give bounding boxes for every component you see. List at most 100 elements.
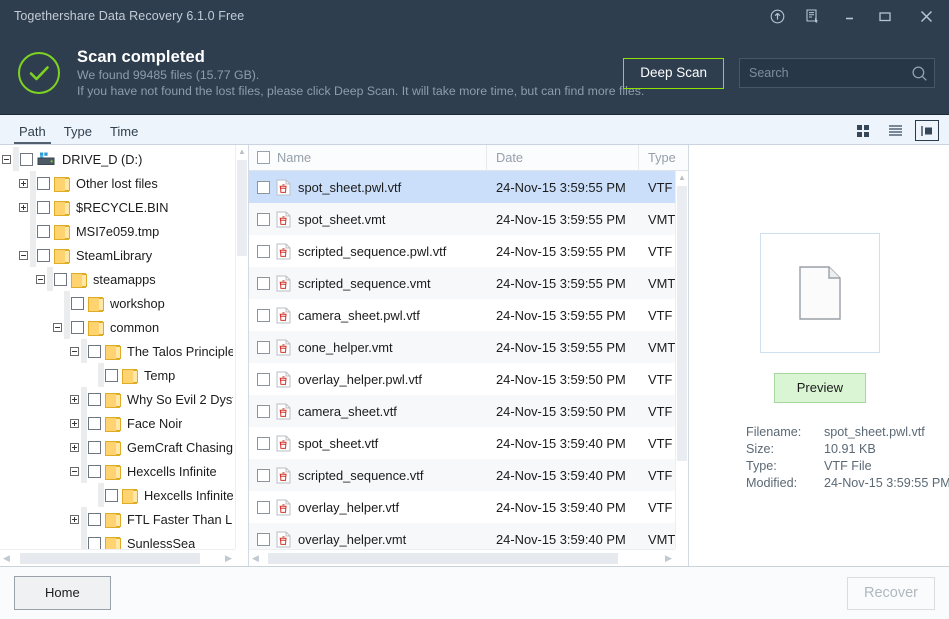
tree-twisty-minus-icon[interactable] [17, 243, 30, 267]
tree-item[interactable]: SunlessSea [0, 531, 235, 549]
file-row[interactable]: overlay_helper.vtf 24-Nov-15 3:59:40 PM VT… [249, 491, 675, 523]
tree-item[interactable]: Why So Evil 2 Dystopia [0, 387, 235, 411]
list-hscroll-track[interactable] [262, 552, 662, 565]
tree-twisty-plus-icon[interactable] [17, 171, 30, 195]
tree-twisty-minus-icon[interactable] [68, 339, 81, 363]
tree-item[interactable]: GemCraft Chasing [0, 435, 235, 459]
tree-item[interactable]: DRIVE_D (D:) [0, 147, 235, 171]
list-scroll-thumb[interactable] [677, 186, 687, 461]
file-row-checkbox[interactable] [257, 244, 270, 258]
file-row[interactable]: overlay_helper.vmt 24-Nov-15 3:59:40 PM VM… [249, 523, 675, 549]
file-row[interactable]: spot_sheet.vmt 24-Nov-15 3:59:55 PM VMT Fi… [249, 203, 675, 235]
file-row[interactable]: overlay_helper.pwl.vtf 24-Nov-15 3:59:50 … [249, 363, 675, 395]
tree-scroll-right-arrow[interactable]: ▶ [222, 553, 235, 564]
preview-button[interactable]: Preview [773, 373, 866, 403]
file-row-checkbox[interactable] [257, 468, 270, 482]
tree-twisty-plus-icon[interactable] [68, 435, 81, 459]
file-row-checkbox[interactable] [257, 372, 270, 386]
tree-twisty-plus-icon[interactable] [68, 507, 81, 531]
file-row[interactable]: spot_sheet.vtf 24-Nov-15 3:59:40 PM VTF Fi… [249, 427, 675, 459]
tree-item[interactable]: SteamLibrary [0, 243, 235, 267]
tree-item-checkbox[interactable] [88, 536, 101, 549]
tree-item-checkbox[interactable] [88, 392, 101, 406]
file-row[interactable]: camera_sheet.vtf 24-Nov-15 3:59:50 PM VTF … [249, 395, 675, 427]
select-all-checkbox[interactable] [257, 151, 270, 164]
tree-item[interactable]: Hexcells Infinite [0, 459, 235, 483]
tree-scroll-thumb[interactable] [237, 160, 247, 256]
tree-scroll-up-arrow[interactable]: ▲ [236, 145, 248, 158]
tree-item-checkbox[interactable] [54, 272, 67, 286]
tree-item[interactable]: MSI7e059.tmp [0, 219, 235, 243]
list-vertical-scrollbar[interactable]: ▲ [675, 171, 688, 549]
tree-item[interactable]: Hexcells Infinite [0, 483, 235, 507]
minimize-icon[interactable] [831, 0, 867, 32]
tree-item-checkbox[interactable] [20, 152, 33, 166]
file-row[interactable]: scripted_sequence.vtf 24-Nov-15 3:59:40 P… [249, 459, 675, 491]
file-row[interactable]: spot_sheet.pwl.vtf 24-Nov-15 3:59:55 PM VT… [249, 171, 675, 203]
tree-twisty-minus-icon[interactable] [0, 147, 13, 171]
upgrade-icon[interactable] [759, 0, 795, 32]
list-scroll-left-arrow[interactable]: ◀ [249, 553, 262, 564]
tree-item-checkbox[interactable] [37, 248, 50, 262]
file-row[interactable]: scripted_sequence.vmt 24-Nov-15 3:59:55 P… [249, 267, 675, 299]
close-icon[interactable] [903, 0, 949, 32]
tree-twisty-plus-icon[interactable] [68, 411, 81, 435]
file-row-checkbox[interactable] [257, 212, 270, 226]
file-row-checkbox[interactable] [257, 404, 270, 418]
tree-item-checkbox[interactable] [37, 176, 50, 190]
tree-twisty-minus-icon[interactable] [68, 459, 81, 483]
search-icon[interactable] [911, 65, 928, 82]
column-header-type[interactable]: Type [639, 145, 688, 171]
tree-item[interactable]: The Talos Principle [0, 339, 235, 363]
list-scroll-up-arrow[interactable]: ▲ [676, 171, 688, 184]
file-row-checkbox[interactable] [257, 340, 270, 354]
tree-item[interactable]: common [0, 315, 235, 339]
file-row-checkbox[interactable] [257, 500, 270, 514]
tree-item-checkbox[interactable] [105, 488, 118, 502]
tree-twisty-minus-icon[interactable] [34, 267, 47, 291]
file-row[interactable]: cone_helper.vmt 24-Nov-15 3:59:55 PM VMT F… [249, 331, 675, 363]
file-row-checkbox[interactable] [257, 308, 270, 322]
tree-item-checkbox[interactable] [37, 200, 50, 214]
tree-item[interactable]: FTL Faster Than Light [0, 507, 235, 531]
tree-item-checkbox[interactable] [88, 512, 101, 526]
list-view-button[interactable] [883, 120, 907, 141]
tree-item-checkbox[interactable] [88, 344, 101, 358]
tree-item[interactable]: steamapps [0, 267, 235, 291]
file-row-checkbox[interactable] [257, 436, 270, 450]
list-hscroll-thumb[interactable] [268, 552, 618, 564]
feedback-icon[interactable] [795, 0, 831, 32]
search-input[interactable] [749, 66, 911, 80]
tree-item[interactable]: Temp [0, 363, 235, 387]
tree-item[interactable]: Face Noir [0, 411, 235, 435]
tree-horizontal-scrollbar[interactable]: ◀ ▶ [0, 549, 235, 566]
tree-item-checkbox[interactable] [105, 368, 118, 382]
tree-item-checkbox[interactable] [88, 416, 101, 430]
file-row-checkbox[interactable] [257, 532, 270, 546]
file-row[interactable]: scripted_sequence.pwl.vtf 24-Nov-15 3:59:… [249, 235, 675, 267]
column-header-date[interactable]: Date [487, 145, 639, 171]
maximize-icon[interactable] [867, 0, 903, 32]
tree-item-checkbox[interactable] [88, 464, 101, 478]
list-horizontal-scrollbar[interactable]: ◀ ▶ [249, 549, 675, 566]
list-scroll-right-arrow[interactable]: ▶ [662, 553, 675, 564]
tree-hscroll-track[interactable] [13, 552, 222, 565]
detail-view-button[interactable] [915, 120, 939, 141]
tree-vertical-scrollbar[interactable]: ▲ [235, 145, 248, 549]
tree-hscroll-thumb[interactable] [20, 552, 200, 564]
tree-twisty-minus-icon[interactable] [51, 315, 64, 339]
tab-path[interactable]: Path [10, 125, 55, 144]
home-button[interactable]: Home [14, 576, 111, 610]
tree-item[interactable]: workshop [0, 291, 235, 315]
tree-twisty-plus-icon[interactable] [68, 387, 81, 411]
recover-button[interactable]: Recover [847, 576, 935, 610]
tree-item-checkbox[interactable] [71, 320, 84, 334]
file-row-checkbox[interactable] [257, 180, 270, 194]
tree-scroll-left-arrow[interactable]: ◀ [0, 553, 13, 564]
tab-time[interactable]: Time [101, 125, 147, 144]
column-header-name[interactable]: Name [249, 145, 487, 171]
tab-type[interactable]: Type [55, 125, 101, 144]
grid-view-button[interactable] [851, 120, 875, 141]
tree-item[interactable]: $RECYCLE.BIN [0, 195, 235, 219]
file-row[interactable]: camera_sheet.pwl.vtf 24-Nov-15 3:59:55 PM… [249, 299, 675, 331]
